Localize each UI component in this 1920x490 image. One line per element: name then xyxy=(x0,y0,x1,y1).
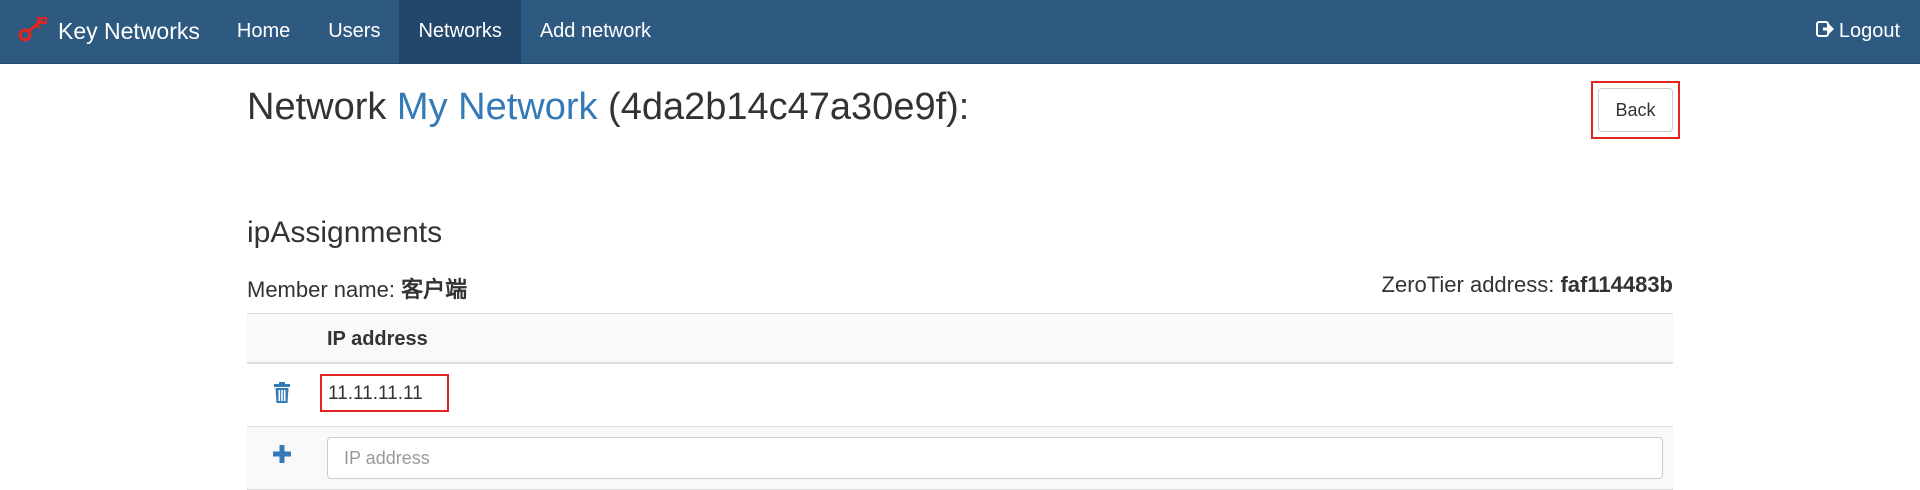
member-name-label: Member name: xyxy=(247,277,402,302)
zerotier-address-label: ZeroTier address: xyxy=(1381,272,1561,297)
nav-add-network[interactable]: Add network xyxy=(521,0,670,64)
plus-icon[interactable] xyxy=(273,445,291,468)
member-name-value: 客户端 xyxy=(401,277,468,302)
network-id: (4da2b14c47a30e9f): xyxy=(597,86,970,128)
table-header: IP address xyxy=(247,313,1673,364)
table-row: 11.11.11.11 xyxy=(247,364,1673,427)
brand-link[interactable]: Key Networks xyxy=(0,0,218,64)
member-name: Member name: 客户端 xyxy=(247,272,467,304)
logout-label: Logout xyxy=(1838,20,1900,42)
nav-home[interactable]: Home xyxy=(218,0,309,64)
page-title: Network My Network (4da2b14c47a30e9f): xyxy=(247,86,969,129)
network-name-link[interactable]: My Network xyxy=(397,86,598,128)
top-navbar: Key Networks Home Users Networks Add net… xyxy=(0,0,1920,64)
title-prefix: Network xyxy=(247,86,397,128)
new-ip-address-input[interactable] xyxy=(327,437,1663,479)
back-button-highlight: Back xyxy=(1591,81,1680,139)
main-content: Network My Network (4da2b14c47a30e9f): B… xyxy=(247,64,1680,490)
ip-address-column-header: IP address xyxy=(327,328,428,350)
nav-networks[interactable]: Networks xyxy=(399,0,521,64)
logout-link[interactable]: Logout xyxy=(1815,0,1920,64)
zerotier-address-value: faf114483b xyxy=(1560,272,1673,297)
section-title: ipAssignments xyxy=(247,216,443,249)
member-info-row: Member name: 客户端 ZeroTier address: faf11… xyxy=(247,272,1673,302)
title-row: Network My Network (4da2b14c47a30e9f): B… xyxy=(247,64,1680,154)
brand-label: Key Networks xyxy=(58,18,200,44)
ip-value-highlight: 11.11.11.11 xyxy=(320,374,449,412)
key-logo-icon xyxy=(18,16,58,48)
logout-icon xyxy=(1815,19,1839,45)
ip-address-value: 11.11.11.11 xyxy=(328,383,423,404)
ip-assignments-table: IP address 11.11.11.11 xyxy=(247,313,1673,490)
trash-icon[interactable] xyxy=(273,382,291,409)
zerotier-address: ZeroTier address: faf114483b xyxy=(1382,272,1673,298)
back-button[interactable]: Back xyxy=(1598,88,1673,132)
nav-users[interactable]: Users xyxy=(309,0,399,64)
new-ip-row xyxy=(247,427,1673,490)
